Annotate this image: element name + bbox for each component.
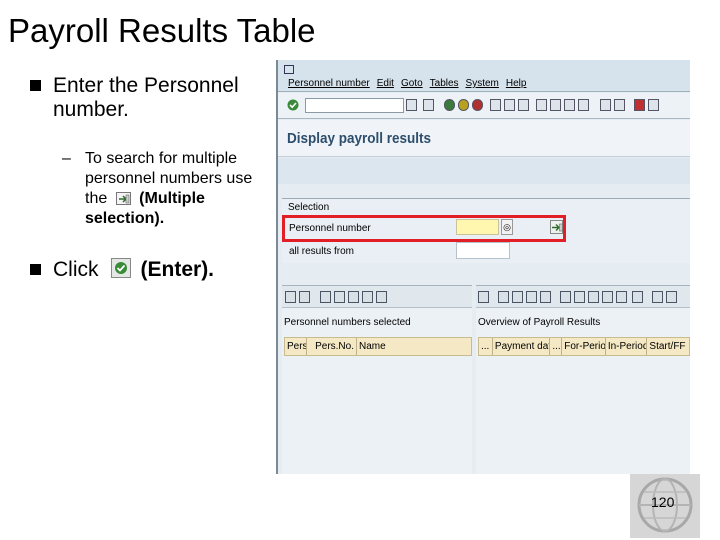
enter-checkmark-icon[interactable]	[287, 99, 299, 111]
sap-window: Personnel number Edit Goto Tables System…	[276, 60, 690, 474]
results-from-label: all results from	[289, 246, 355, 257]
back-arrow-icon[interactable]	[478, 291, 489, 303]
selection-title: Selection	[288, 202, 330, 213]
shortcut-icon[interactable]	[614, 99, 625, 111]
column-header[interactable]: In-Period	[606, 338, 648, 355]
left-table-header: Pers. Pers.No. Name	[284, 337, 472, 356]
personnel-numbers-caption: Personnel numbers selected	[284, 317, 411, 328]
right-table-header: ... Payment date ... For-Period In-Perio…	[478, 337, 690, 356]
find-icon[interactable]	[504, 99, 515, 111]
payroll-results-caption: Overview of Payroll Results	[478, 317, 601, 328]
standard-toolbar	[278, 93, 690, 119]
left-panel-toolbar	[282, 286, 472, 308]
print-icon[interactable]	[490, 99, 501, 111]
sort-descending-icon[interactable]	[540, 291, 551, 303]
application-toolbar	[278, 158, 690, 184]
column-header[interactable]: Pers.	[285, 338, 307, 355]
sort-ascending-icon[interactable]	[526, 291, 537, 303]
screen-title-bar: Display payroll results	[278, 120, 690, 157]
right-panel-toolbar	[476, 286, 690, 308]
cancel-icon[interactable]	[472, 99, 483, 111]
multiple-selection-icon	[115, 192, 131, 206]
highlight-box	[282, 215, 566, 242]
new-session-icon[interactable]	[600, 99, 611, 111]
menu-help[interactable]: Help	[506, 78, 527, 89]
enter-label: (Enter	[140, 258, 202, 281]
payroll-results-panel: Overview of Payroll Results ... Payment …	[476, 285, 690, 474]
next-page-icon[interactable]	[564, 99, 575, 111]
menu-edit[interactable]: Edit	[377, 78, 394, 89]
export-icon[interactable]	[602, 291, 613, 303]
personnel-numbers-panel: Personnel numbers selected Pers. Pers.No…	[282, 285, 472, 474]
command-field[interactable]	[305, 98, 404, 113]
last-page-icon[interactable]	[578, 99, 589, 111]
enter-checkmark-icon	[110, 258, 131, 279]
results-from-input[interactable]	[456, 242, 510, 259]
layout-icon[interactable]	[376, 291, 387, 303]
exit-icon[interactable]	[458, 99, 469, 111]
layout-icon[interactable]	[648, 99, 659, 111]
help-icon[interactable]	[634, 99, 645, 111]
menu-tables[interactable]: Tables	[430, 78, 459, 89]
previous-page-icon[interactable]	[550, 99, 561, 111]
mail-icon[interactable]	[652, 291, 663, 303]
dash-marker: –	[62, 150, 71, 167]
graphic-icon[interactable]	[632, 291, 643, 303]
menu-personnel-number[interactable]: Personnel number	[288, 78, 370, 89]
menu-bar: Personnel number Edit Goto Tables System…	[278, 60, 690, 92]
bullet-click-enter: Click (Enter).	[30, 258, 280, 282]
menu-system[interactable]: System	[466, 78, 499, 89]
bullet-square-icon	[30, 264, 41, 275]
sort-descending-icon[interactable]	[334, 291, 345, 303]
screen-title: Display payroll results	[287, 130, 432, 147]
sum-icon[interactable]	[574, 291, 585, 303]
bullet-square-icon	[30, 80, 41, 91]
find-next-icon[interactable]	[518, 99, 529, 111]
bullet-enter-personnel-number: Enter the Personnel number.	[30, 74, 270, 122]
column-header[interactable]: Start/FF	[647, 338, 689, 355]
column-header[interactable]: Pers.No.	[307, 338, 357, 355]
filter-icon[interactable]	[348, 291, 359, 303]
menu-goto[interactable]: Goto	[401, 78, 423, 89]
export-icon[interactable]	[362, 291, 373, 303]
bullet-text: Enter the Personnel number.	[53, 74, 239, 121]
select-all-icon[interactable]	[512, 291, 523, 303]
window-icon[interactable]	[284, 65, 294, 74]
abc-analysis-icon[interactable]	[666, 291, 677, 303]
dropdown-icon[interactable]	[406, 99, 417, 111]
details-icon[interactable]	[285, 291, 296, 303]
details-icon[interactable]	[498, 291, 509, 303]
select-all-icon[interactable]	[299, 291, 310, 303]
first-page-icon[interactable]	[536, 99, 547, 111]
column-header[interactable]: For-Period	[562, 338, 606, 355]
layout-icon[interactable]	[616, 291, 627, 303]
slide-title: Payroll Results Table	[8, 12, 316, 49]
bullet-click-text: Click	[53, 258, 99, 281]
column-header[interactable]: Payment date	[493, 338, 551, 355]
print-icon[interactable]	[588, 291, 599, 303]
filter-icon[interactable]	[560, 291, 571, 303]
column-header[interactable]: ...	[550, 338, 563, 355]
column-header[interactable]: ...	[479, 338, 493, 355]
column-header[interactable]: Name	[357, 338, 467, 355]
sort-ascending-icon[interactable]	[320, 291, 331, 303]
sub-bullet-multiple-selection: – To search for multiple personnel numbe…	[62, 150, 253, 227]
page-number: 120	[651, 494, 675, 510]
save-icon[interactable]	[423, 99, 434, 111]
back-icon[interactable]	[444, 99, 455, 111]
